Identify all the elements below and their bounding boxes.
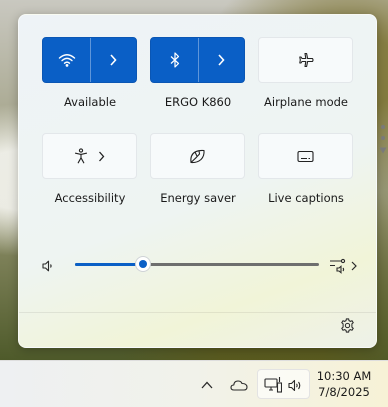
clock[interactable]: 10:30 AM 7/8/2025: [316, 368, 372, 400]
clock-time: 10:30 AM: [316, 369, 372, 383]
accessibility-tile-label: Accessibility: [54, 191, 126, 205]
wifi-toggle[interactable]: [43, 38, 90, 82]
gear-icon: [340, 317, 354, 333]
bluetooth-toggle[interactable]: [151, 38, 198, 82]
wifi-icon: [58, 54, 75, 67]
live-captions-tile[interactable]: [258, 133, 353, 179]
show-hidden-icons-button[interactable]: [197, 375, 217, 395]
audio-output-icon: [330, 258, 346, 274]
footer-divider: [19, 312, 376, 313]
leaf-icon: [190, 149, 205, 163]
chevron-right-icon: [109, 54, 117, 66]
volume-slider-fill: [75, 263, 143, 266]
captions-icon: [297, 150, 314, 162]
energy-saver-tile[interactable]: [150, 133, 245, 179]
network-button[interactable]: [263, 375, 283, 395]
volume-mute-button[interactable]: [39, 257, 57, 275]
airplane-mode-tile-label: Airplane mode: [264, 95, 348, 109]
wifi-expand-button[interactable]: [89, 38, 136, 82]
volume-button[interactable]: [285, 375, 305, 395]
chevron-up-icon: [201, 381, 213, 389]
page-dot[interactable]: [381, 136, 385, 140]
energy-saver-tile-label: Energy saver: [160, 191, 236, 205]
settings-button[interactable]: [337, 315, 357, 335]
page-indicator[interactable]: [379, 125, 387, 154]
chevron-right-icon: [217, 54, 225, 66]
audio-output-button[interactable]: [326, 257, 360, 275]
wifi-tile-label: Available: [63, 95, 117, 109]
airplane-mode-tile[interactable]: [258, 37, 353, 83]
page-dot[interactable]: [381, 125, 385, 129]
volume-icon: [288, 379, 301, 391]
live-captions-tile-label: Live captions: [268, 191, 344, 205]
onedrive-button[interactable]: [228, 375, 250, 395]
speaker-icon: [42, 260, 52, 272]
quick-settings-panel: Available ERGO K860 Airplane mode Access…: [18, 14, 387, 348]
clock-date: 7/8/2025: [318, 385, 370, 399]
volume-slider[interactable]: [75, 256, 319, 272]
bluetooth-icon: [170, 52, 179, 68]
accessibility-tile[interactable]: [42, 133, 137, 179]
accessibility-icon: [74, 148, 88, 164]
network-volume-group[interactable]: [257, 369, 310, 399]
wifi-tile[interactable]: [42, 37, 137, 83]
bluetooth-expand-button[interactable]: [197, 38, 244, 82]
taskbar: 10:30 AM 7/8/2025: [0, 360, 388, 407]
volume-slider-thumb[interactable]: [135, 256, 151, 272]
bluetooth-tile-label: ERGO K860: [164, 95, 232, 109]
onedrive-cloud-icon: [230, 380, 248, 391]
chevron-right-icon: [351, 261, 357, 271]
airplane-icon: [298, 52, 314, 68]
chevron-right-icon: [99, 151, 105, 161]
bluetooth-tile[interactable]: [150, 37, 245, 83]
scroll-down-arrow-icon[interactable]: [379, 147, 387, 154]
network-icon: [264, 377, 282, 393]
